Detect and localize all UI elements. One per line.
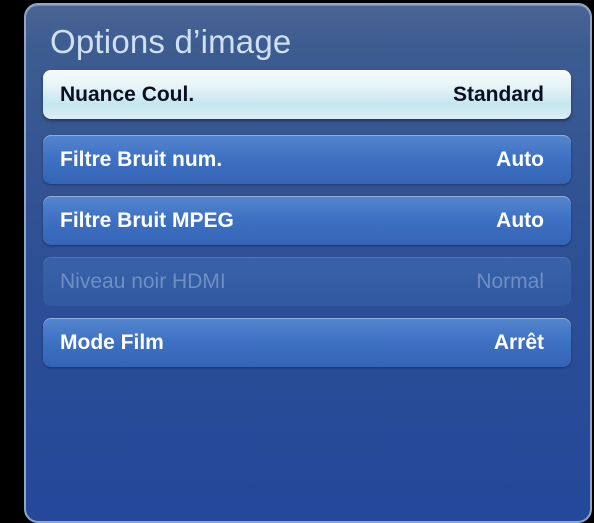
menu-item-label: Nuance Coul. [60,82,195,106]
menu-item-hdmi-black-level: Niveau noir HDMI Normal [43,257,571,306]
menu-item-value: Auto [496,208,544,232]
menu-item-value: Auto [496,147,544,171]
menu-item-value: Normal [476,269,544,293]
menu-item-label: Filtre Bruit MPEG [60,208,234,232]
menu-item-label: Filtre Bruit num. [60,147,223,171]
menu-item-label: Niveau noir HDMI [60,269,226,293]
picture-options-panel: Options d’image Nuance Coul. Standard Fi… [24,3,592,523]
menu-item-label: Mode Film [60,330,164,354]
menu-item-mpeg-noise-filter[interactable]: Filtre Bruit MPEG Auto [43,196,571,245]
menu-item-digital-noise-filter[interactable]: Filtre Bruit num. Auto [43,135,571,184]
menu-item-film-mode[interactable]: Mode Film Arrêt [43,318,571,367]
menu-item-value: Standard [452,82,544,106]
panel-title: Options d’image [50,23,292,60]
menu-item-color-tone[interactable]: Nuance Coul. Standard [43,70,571,119]
menu-item-value: Arrêt [493,330,544,354]
